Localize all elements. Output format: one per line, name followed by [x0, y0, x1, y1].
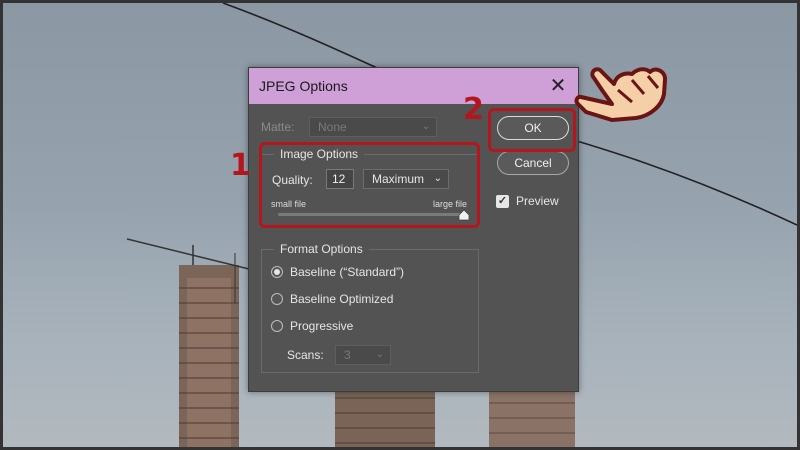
scans-value: 3	[344, 348, 351, 362]
scans-label: Scans:	[287, 348, 324, 362]
baseline-optimized-label: Baseline Optimized	[290, 292, 394, 306]
baseline-optimized-radio[interactable]	[271, 293, 283, 305]
annotation-box-image-options	[259, 142, 480, 228]
chevron-down-icon: ⌄	[375, 349, 384, 360]
matte-select[interactable]: None ⌄	[309, 117, 437, 137]
pointing-hand-icon	[574, 67, 668, 122]
format-options-title: Format Options	[274, 242, 369, 256]
annotation-step-2: 2	[463, 92, 484, 127]
preview-checkbox[interactable]: ✓	[496, 195, 509, 208]
baseline-standard-radio[interactable]	[271, 266, 283, 278]
close-icon[interactable]: ✕	[546, 74, 570, 98]
progressive-radio[interactable]	[271, 320, 283, 332]
preview-label: Preview	[516, 194, 559, 208]
annotation-box-ok	[488, 108, 576, 152]
scans-select[interactable]: 3 ⌄	[335, 345, 391, 365]
matte-label: Matte:	[261, 120, 295, 134]
checkmark-icon: ✓	[497, 195, 508, 207]
baseline-standard-label: Baseline (“Standard”)	[290, 265, 405, 279]
dialog-titlebar[interactable]: JPEG Options ✕	[249, 68, 578, 104]
annotation-step-1: 1	[230, 148, 251, 183]
matte-value: None	[318, 120, 347, 134]
chevron-down-icon: ⌄	[421, 121, 430, 132]
dialog-title: JPEG Options	[259, 78, 348, 94]
progressive-label: Progressive	[290, 319, 354, 333]
cancel-button[interactable]: Cancel	[497, 151, 569, 175]
